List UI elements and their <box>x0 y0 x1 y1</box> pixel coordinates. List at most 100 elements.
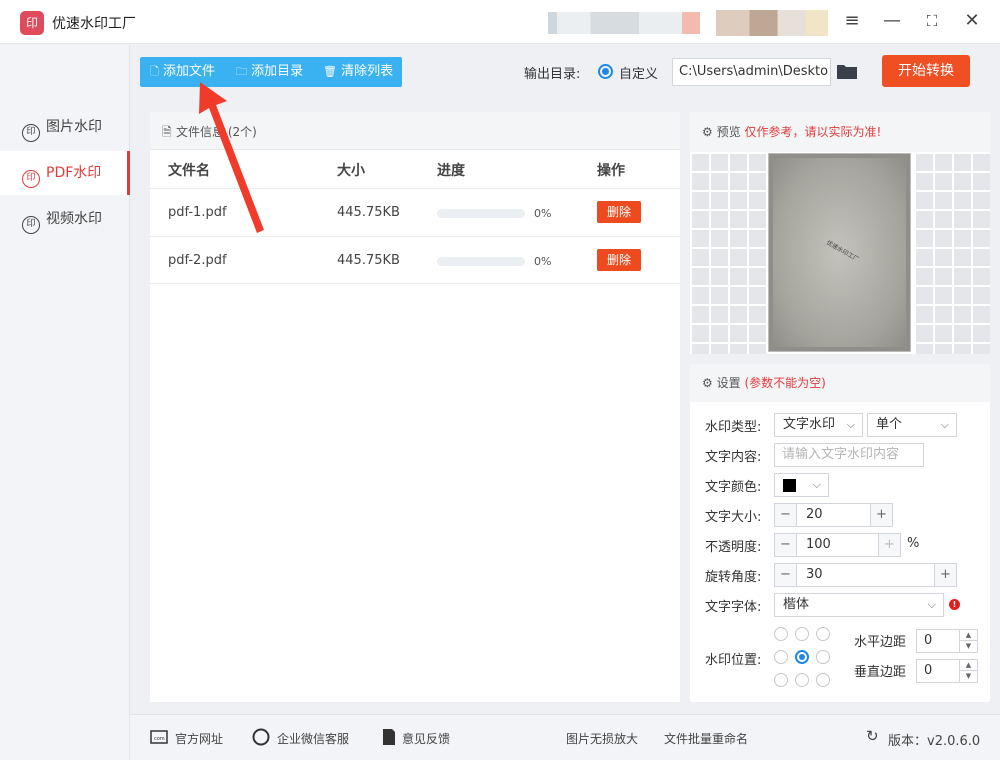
opacity-stepper[interactable]: − 100 + <box>774 533 901 557</box>
sidebar-item-video-watermark[interactable]: 印视频水印 <box>0 197 130 241</box>
chevron-down-icon: ⌵ <box>812 478 821 491</box>
chevron-down-icon: ⌵ <box>846 418 855 431</box>
text-content-label: 文字内容: <box>705 450 762 465</box>
position-bottom-center[interactable] <box>795 673 809 687</box>
spin-up-icon[interactable]: ▲ <box>959 630 977 641</box>
chevron-down-icon: ⌵ <box>940 418 949 431</box>
close-icon[interactable]: ✕ <box>960 10 984 34</box>
watermark-sample-text: 优速水印工厂 <box>825 239 860 264</box>
menu-icon[interactable]: ≡ <box>840 10 864 34</box>
watermark-type-value: 文字水印 <box>783 417 836 432</box>
watermark-mode-select[interactable]: 单个 ⌵ <box>867 413 957 437</box>
preview-panel: ⚙ 预览 仅作参考，请以实际为准! 优速水印工厂 <box>690 112 990 354</box>
maximize-icon[interactable]: ⛶ <box>920 10 944 34</box>
file-list-panel: 🗎 文件信息 (2个) 文件名 大小 进度 操作 pdf-1.pdf 445.7… <box>150 112 680 702</box>
opacity-label: 不透明度: <box>705 540 762 555</box>
position-top-left[interactable] <box>774 627 788 641</box>
column-header-filename: 文件名 <box>168 163 210 179</box>
rotation-stepper[interactable]: − 30 + <box>774 563 957 587</box>
title-bar: 印 优速水印工厂 ≡ — ⛶ ✕ <box>0 0 1000 44</box>
font-select[interactable]: 楷体 ⌵ <box>774 593 944 617</box>
pdf-page-preview: 优速水印工厂 <box>768 153 911 352</box>
position-middle-left[interactable] <box>774 650 788 664</box>
position-bottom-left[interactable] <box>774 673 788 687</box>
opacity-value: 100 <box>806 537 831 552</box>
text-size-label: 文字大小: <box>705 510 762 525</box>
rotation-value: 30 <box>806 567 823 582</box>
sidebar-item-label: PDF水印 <box>46 165 102 181</box>
output-directory-label: 输出目录: <box>524 67 581 82</box>
gear-icon: ⚙ <box>702 376 713 390</box>
vertical-margin-spinner[interactable]: 0 ▲ ▼ <box>916 659 978 683</box>
horizontal-margin-spinner[interactable]: 0 ▲ ▼ <box>916 629 978 653</box>
version-label: 版本：v2.0.6.0 <box>888 734 981 749</box>
delete-button[interactable]: 删除 <box>597 201 641 223</box>
add-directory-button[interactable]: 🗀 添加目录 <box>236 57 303 87</box>
wechat-support-link[interactable]: 企业微信客服 <box>277 730 349 747</box>
custom-output-radio[interactable] <box>598 64 613 79</box>
rotation-label: 旋转角度: <box>705 570 762 585</box>
position-top-right[interactable] <box>816 627 830 641</box>
watermark-type-label: 水印类型: <box>705 420 762 435</box>
column-header-size: 大小 <box>337 163 365 179</box>
add-file-button[interactable]: 🗋 添加文件 <box>150 57 215 87</box>
trash-icon: 🗑 <box>323 65 337 78</box>
decrement-button[interactable]: − <box>775 564 797 586</box>
increment-button[interactable]: + <box>870 504 892 526</box>
sidebar: 印图片水印 印 PDF水印 印视频水印 <box>0 45 130 760</box>
image-upscale-link[interactable]: 图片无损放大 <box>566 730 638 747</box>
text-color-picker[interactable]: ⌵ <box>774 473 829 497</box>
column-header-action: 操作 <box>597 163 625 179</box>
blurred-user-avatar[interactable] <box>716 10 828 36</box>
spin-down-icon[interactable]: ▼ <box>959 641 977 652</box>
clear-list-label: 清除列表 <box>341 64 394 79</box>
increment-button[interactable]: + <box>878 534 900 556</box>
official-site-link[interactable]: 官方网址 <box>175 730 223 747</box>
blurred-account-info <box>548 12 700 34</box>
decrement-button[interactable]: − <box>775 504 797 526</box>
table-row: pdf-1.pdf 445.75KB 0% 删除 <box>150 188 680 236</box>
watermark-type-select[interactable]: 文字水印 ⌵ <box>774 413 863 437</box>
progress-bar <box>437 257 525 266</box>
vertical-margin-value: 0 <box>924 663 933 678</box>
file-name: pdf-2.pdf <box>168 253 227 268</box>
opacity-unit: % <box>907 536 920 551</box>
folder-browse-icon[interactable] <box>837 63 857 79</box>
position-bottom-right[interactable] <box>816 673 830 687</box>
file-icon: 🗋 <box>150 65 159 78</box>
start-convert-button[interactable]: 开始转换 <box>882 55 970 87</box>
file-toolbar: 🗋 添加文件 🗀 添加目录 🗑 清除列表 <box>140 57 402 87</box>
app-logo: 印 <box>20 11 44 35</box>
sidebar-item-pdf-watermark[interactable]: 印 PDF水印 <box>0 151 130 195</box>
refresh-icon[interactable]: ↻ <box>866 727 879 745</box>
position-top-center[interactable] <box>795 627 809 641</box>
text-color-label: 文字颜色: <box>705 480 762 495</box>
increment-button[interactable]: + <box>934 564 956 586</box>
add-directory-label: 添加目录 <box>251 64 304 79</box>
progress-bar <box>437 209 525 218</box>
text-content-input[interactable]: 请输入文字水印内容 <box>774 443 924 467</box>
position-middle-right[interactable] <box>816 650 830 664</box>
spin-up-icon[interactable]: ▲ <box>959 660 977 671</box>
gear-icon: ⚙ <box>702 125 713 139</box>
position-center[interactable] <box>795 650 809 664</box>
text-size-value: 20 <box>806 507 823 522</box>
feedback-link[interactable]: 意见反馈 <box>402 730 450 747</box>
spin-down-icon[interactable]: ▼ <box>959 671 977 682</box>
file-name: pdf-1.pdf <box>168 205 227 220</box>
decrement-button[interactable]: − <box>775 534 797 556</box>
clear-list-button[interactable]: 🗑 清除列表 <box>323 57 393 87</box>
position-label: 水印位置: <box>705 653 762 668</box>
batch-rename-link[interactable]: 文件批量重命名 <box>664 730 748 747</box>
progress-percent: 0% <box>534 255 552 268</box>
settings-title: 设置 <box>716 376 741 390</box>
delete-button[interactable]: 删除 <box>597 249 641 271</box>
text-size-stepper[interactable]: − 20 + <box>774 503 893 527</box>
font-label: 文字字体: <box>705 600 762 615</box>
sidebar-item-image-watermark[interactable]: 印图片水印 <box>0 105 130 149</box>
folder-icon: 🗀 <box>236 65 247 78</box>
transparency-grid-right <box>914 152 990 354</box>
minimize-icon[interactable]: — <box>880 10 904 34</box>
output-path-input[interactable]: C:\Users\admin\Deskto <box>672 58 831 86</box>
warning-icon[interactable]: ! <box>949 599 960 610</box>
